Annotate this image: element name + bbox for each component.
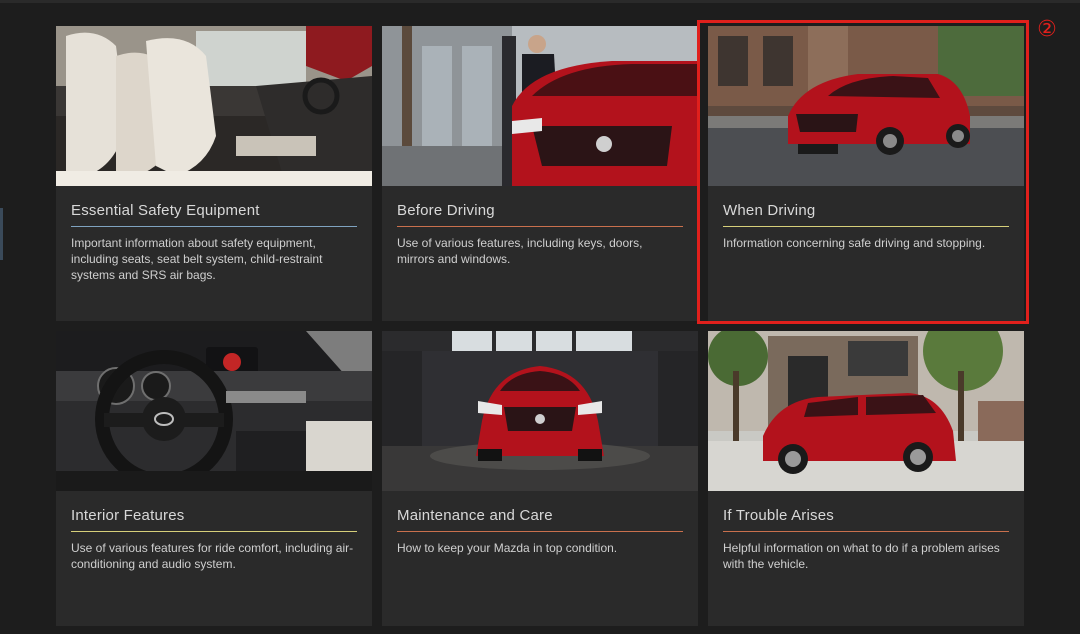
card-description: Use of various features for ride comfort… [71, 541, 354, 571]
steering-wheel-dashboard-image [56, 331, 372, 491]
man-opening-car-door-image [382, 26, 698, 186]
card-maintenance-and-care[interactable]: Maintenance and Care How to keep your Ma… [382, 331, 698, 626]
card-divider [71, 226, 357, 227]
card-description: How to keep your Mazda in top condition. [397, 541, 618, 555]
card-title: Before Driving [397, 202, 495, 219]
card-title: When Driving [723, 202, 816, 219]
card-before-driving[interactable]: Before Driving Use of various features, … [382, 26, 698, 321]
car-in-garage-image [382, 331, 698, 491]
card-description: Information concerning safe driving and … [723, 236, 986, 250]
card-title: If Trouble Arises [723, 507, 834, 524]
card-divider [723, 531, 1009, 532]
card-title: Maintenance and Care [397, 507, 553, 524]
manual-index-page: Essential Safety Equipment Important inf… [0, 0, 1080, 634]
car-driving-on-street-image [708, 26, 1024, 186]
car-parked-by-house-image [708, 331, 1024, 491]
card-description: Helpful information on what to do if a p… [723, 541, 1000, 571]
card-divider [723, 226, 1009, 227]
annotation-marker: ② [1037, 17, 1057, 42]
top-strip [0, 0, 1080, 3]
card-interior-features[interactable]: Interior Features Use of various feature… [56, 331, 372, 626]
card-divider [397, 531, 683, 532]
card-description: Important information about safety equip… [71, 236, 323, 282]
card-when-driving[interactable]: When Driving Information concerning safe… [708, 26, 1024, 321]
car-interior-seats-image [56, 26, 372, 186]
card-divider [71, 531, 357, 532]
card-title: Essential Safety Equipment [71, 202, 260, 219]
card-if-trouble-arises[interactable]: If Trouble Arises Helpful information on… [708, 331, 1024, 626]
card-description: Use of various features, including keys,… [397, 236, 643, 266]
left-edge-tab [0, 208, 3, 260]
card-title: Interior Features [71, 507, 185, 524]
card-essential-safety-equipment[interactable]: Essential Safety Equipment Important inf… [56, 26, 372, 321]
category-grid: Essential Safety Equipment Important inf… [56, 26, 1024, 626]
card-divider [397, 226, 683, 227]
